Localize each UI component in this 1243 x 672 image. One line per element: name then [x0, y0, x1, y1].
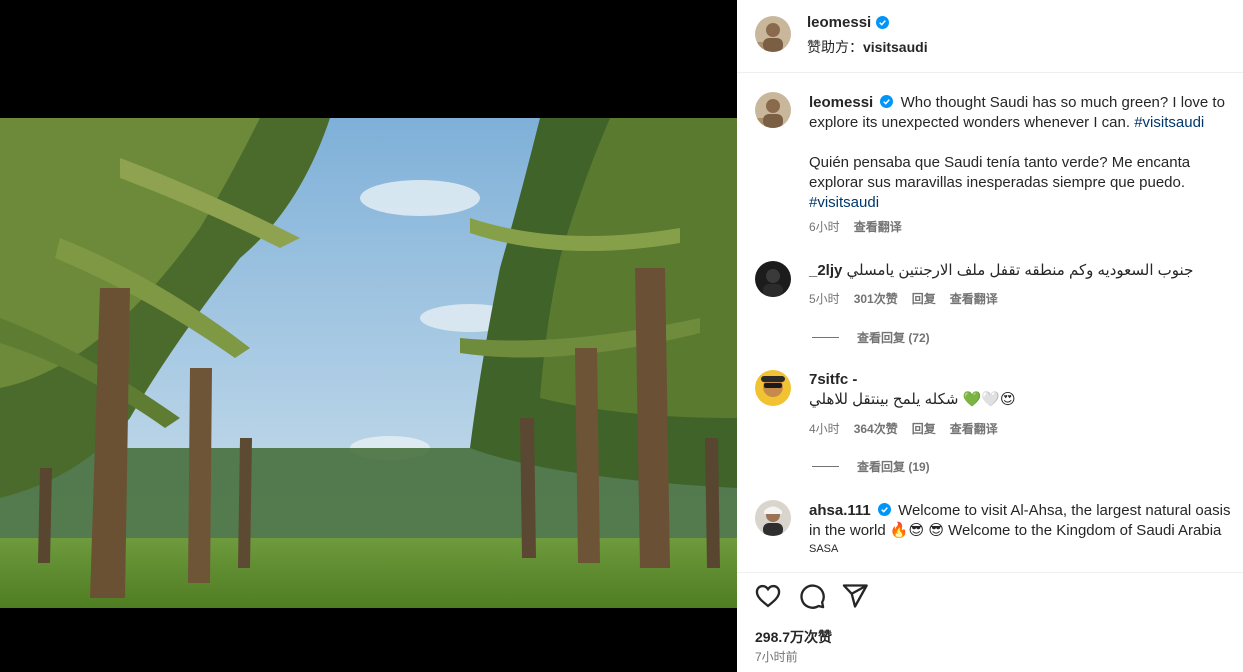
reply-button[interactable]: 回复: [912, 420, 936, 437]
post-timestamp: 7小时前: [755, 650, 798, 664]
commenter-username[interactable]: 7sitfc -: [809, 370, 1239, 390]
caption-avatar[interactable]: [755, 92, 791, 128]
replies-divider: [812, 337, 839, 338]
caption-meta: 6小时 查看翻译: [809, 218, 902, 235]
view-replies-button[interactable]: 查看回复 (19): [812, 458, 930, 475]
verified-badge-icon: [876, 16, 890, 29]
likes-count[interactable]: 298.7万次赞: [755, 627, 832, 647]
verified-badge-icon: [880, 95, 894, 108]
comment-text: _2ljy جنوب السعوديه وكم منطقه تقفل ملف ا…: [809, 261, 1239, 281]
heart-icon[interactable]: [754, 582, 782, 610]
comments-list[interactable]: leomessi Who thought Saudi has so much g…: [737, 74, 1243, 572]
comment-bubble-icon[interactable]: [798, 582, 826, 610]
comment-subtext-label: SASA: [809, 543, 839, 555]
send-icon[interactable]: [841, 582, 869, 610]
comment-meta: 5小时 301次赞 回复 查看翻译: [809, 290, 998, 307]
replies-divider: [812, 466, 839, 467]
verified-badge-icon: [877, 503, 891, 516]
see-translation-button[interactable]: 查看翻译: [854, 218, 902, 235]
view-replies-label: 查看回复 (19): [857, 460, 930, 474]
comment-time: 5小时: [809, 292, 840, 306]
comment-emoji: 💚🤍😍: [962, 391, 1016, 408]
comment-meta: 4小时 364次赞 回复 查看翻译: [809, 420, 998, 437]
comment-time: 4小时: [809, 422, 840, 436]
sponsor-prefix: 赞助方：: [807, 39, 863, 55]
caption-time: 6小时: [809, 220, 840, 234]
comment-subtext: SASA: [809, 543, 838, 555]
post-photo[interactable]: [0, 118, 737, 608]
post-sidebar: leomessi 赞助方：visitsaudi leomessi Who tho…: [737, 0, 1243, 672]
see-translation-button[interactable]: 查看翻译: [950, 420, 998, 437]
reply-button[interactable]: 回复: [912, 290, 936, 307]
view-replies-button[interactable]: 查看回复 (72): [812, 329, 930, 346]
comment-body: شكله يلمح بينتقل للاهلي: [809, 391, 959, 408]
caption-username[interactable]: leomessi: [809, 94, 873, 111]
sponsor-label: 赞助方：visitsaudi: [807, 37, 928, 57]
view-replies-label: 查看回复 (72): [857, 331, 930, 345]
caption-spanish: Quién pensaba que Saudi tenía tanto verd…: [809, 154, 1191, 191]
comment-text: شكله يلمح بينتقل للاهلي 💚🤍😍: [809, 390, 1239, 410]
comment-likes[interactable]: 364次赞: [854, 420, 898, 437]
sponsor-link[interactable]: visitsaudi: [863, 39, 928, 55]
commenter-avatar[interactable]: [755, 370, 791, 406]
author-name-row: leomessi: [807, 14, 890, 31]
comment-text: ahsa.111 Welcome to visit Al-Ahsa, the l…: [809, 501, 1239, 541]
author-username[interactable]: leomessi: [807, 14, 871, 31]
commenter-username[interactable]: ahsa.111: [809, 502, 871, 519]
palm-grove-image: [0, 118, 737, 608]
hashtag-link[interactable]: #visitsaudi: [809, 194, 879, 211]
commenter-username[interactable]: _2ljy: [809, 262, 842, 279]
caption-text: leomessi Who thought Saudi has so much g…: [809, 93, 1239, 213]
action-bar: 298.7万次赞 7小时前: [737, 572, 1243, 672]
comment-body: Welcome to visit Al-Ahsa, the largest na…: [809, 502, 1231, 539]
comment-body: جنوب السعوديه وكم منطقه تقفل ملف الارجنت…: [846, 262, 1194, 279]
commenter-avatar[interactable]: [755, 500, 791, 536]
media-pane: [0, 0, 737, 672]
author-avatar[interactable]: [755, 16, 791, 52]
commenter-avatar[interactable]: [755, 261, 791, 297]
hashtag-link[interactable]: #visitsaudi: [1134, 114, 1204, 131]
see-translation-button[interactable]: 查看翻译: [950, 290, 998, 307]
post-header: leomessi 赞助方：visitsaudi: [737, 0, 1243, 73]
comment-likes[interactable]: 301次赞: [854, 290, 898, 307]
